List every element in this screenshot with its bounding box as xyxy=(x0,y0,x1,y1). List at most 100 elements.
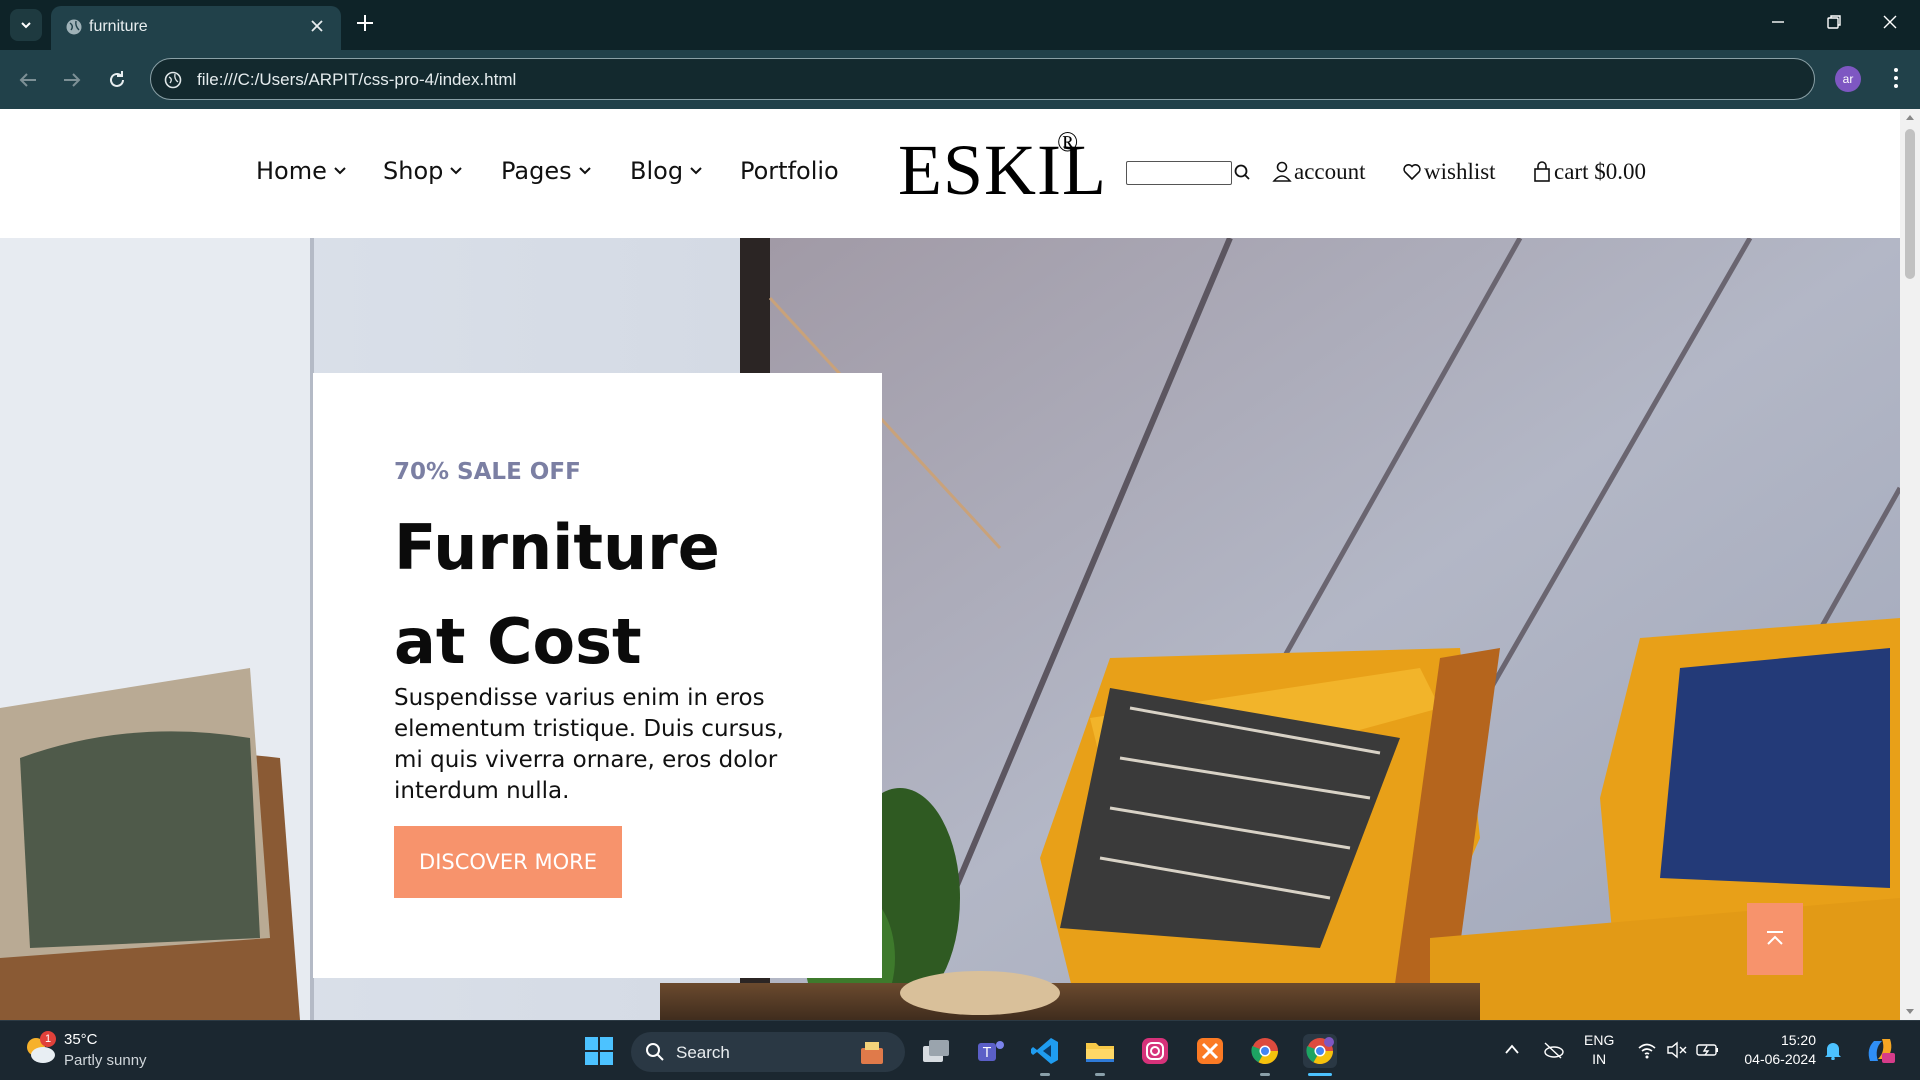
scroll-up-icon[interactable] xyxy=(1905,113,1915,121)
user-icon xyxy=(1272,161,1292,182)
search-icon xyxy=(646,1043,664,1061)
chrome-button[interactable] xyxy=(1248,1034,1282,1068)
site-info-icon[interactable] xyxy=(163,70,183,90)
xampp-button[interactable] xyxy=(1193,1034,1227,1068)
nav-blog[interactable]: Blog xyxy=(630,157,703,185)
chevron-down-icon xyxy=(450,167,463,175)
more-menu-icon[interactable] xyxy=(1884,65,1908,91)
hero-background-image xyxy=(0,238,1900,1020)
system-clock[interactable]: 15:20 04-06-2024 xyxy=(1736,1031,1816,1069)
shopping-bag-icon xyxy=(1534,161,1550,182)
account-link[interactable]: account xyxy=(1272,159,1366,185)
page-viewport: Home Shop Pages Blog Portfolio ESKIL ® a… xyxy=(0,109,1920,1020)
start-button[interactable] xyxy=(582,1034,616,1068)
sale-eyebrow: 70% SALE OFF xyxy=(394,459,581,485)
nav-shop-label: Shop xyxy=(383,157,444,185)
globe-icon xyxy=(66,19,82,35)
page-scrollbar[interactable] xyxy=(1900,109,1920,1020)
teams-button[interactable]: T xyxy=(974,1034,1008,1068)
profile-avatar[interactable]: ar xyxy=(1835,66,1861,92)
volume-muted-icon[interactable] xyxy=(1666,1041,1688,1059)
chrome-icon xyxy=(1251,1038,1279,1065)
region-code: IN xyxy=(1592,1051,1607,1067)
vscode-button[interactable] xyxy=(1028,1034,1062,1068)
back-arrow-icon[interactable] xyxy=(16,68,40,92)
nav-pages[interactable]: Pages xyxy=(501,157,592,185)
new-tab-icon[interactable] xyxy=(354,12,376,34)
wishlist-label: wishlist xyxy=(1424,159,1496,184)
language-code: ENG xyxy=(1584,1032,1615,1048)
taskbar-search[interactable]: Search xyxy=(631,1032,905,1072)
nav-portfolio-label: Portfolio xyxy=(740,157,839,185)
cart-link[interactable]: cart $0.00 xyxy=(1532,159,1646,185)
browser-tab-active[interactable]: furniture xyxy=(51,6,341,50)
chevron-down-icon xyxy=(578,167,591,175)
chrome-profile-button[interactable] xyxy=(1303,1034,1337,1068)
url-text[interactable]: file:///C:/Users/ARPIT/css-pro-4/index.h… xyxy=(197,70,516,90)
file-explorer-button[interactable] xyxy=(1083,1034,1117,1068)
browser-toolbar: file:///C:/Users/ARPIT/css-pro-4/index.h… xyxy=(0,50,1920,109)
tab-search-button[interactable] xyxy=(10,9,42,41)
cart-label: cart $0.00 xyxy=(1554,159,1646,184)
reload-icon[interactable] xyxy=(105,68,129,92)
hero-headline: Furniture at Cost xyxy=(394,501,864,689)
close-tab-icon[interactable] xyxy=(307,16,327,36)
tab-title: furniture xyxy=(89,18,148,35)
weather-notification-badge: 1 xyxy=(40,1031,56,1047)
site-header: Home Shop Pages Blog Portfolio ESKIL ® a… xyxy=(0,109,1900,238)
browser-tab-strip: furniture xyxy=(0,0,1920,50)
battery-charging-icon[interactable] xyxy=(1696,1041,1720,1059)
active-app-indicator xyxy=(1308,1073,1332,1076)
scroll-down-icon[interactable] xyxy=(1905,1008,1915,1016)
task-view-button[interactable] xyxy=(919,1034,953,1068)
registered-mark: ® xyxy=(1057,127,1079,158)
nav-portfolio[interactable]: Portfolio xyxy=(740,157,839,185)
vscode-icon xyxy=(1031,1038,1058,1064)
hero-description: Suspendisse varius enim in eros elementu… xyxy=(394,685,784,804)
notification-bell-icon[interactable] xyxy=(1824,1040,1842,1060)
language-indicator[interactable]: ENG IN xyxy=(1584,1031,1614,1069)
search-input[interactable] xyxy=(1126,161,1232,185)
chevron-down-icon xyxy=(334,167,346,175)
onedrive-offline-icon[interactable] xyxy=(1542,1041,1564,1059)
windows-taskbar: 1 35°C Partly sunny Search T ENG IN 15:2… xyxy=(0,1020,1920,1080)
restore-icon[interactable] xyxy=(1824,12,1844,32)
wishlist-link[interactable]: wishlist xyxy=(1402,159,1496,185)
nav-shop[interactable]: Shop xyxy=(383,157,463,185)
weather-condition[interactable]: Partly sunny xyxy=(64,1052,147,1069)
back-to-top-button[interactable] xyxy=(1747,903,1803,975)
chevron-up-icon[interactable] xyxy=(1504,1043,1520,1055)
nav-home[interactable]: Home xyxy=(256,157,347,185)
promo-card: 70% SALE OFF Furniture at Cost Suspendis… xyxy=(313,373,882,978)
task-view-icon xyxy=(923,1040,949,1062)
copilot-icon[interactable] xyxy=(1864,1035,1896,1065)
nav-home-label: Home xyxy=(256,157,327,185)
taskbar-search-label: Search xyxy=(676,1043,730,1062)
xampp-icon xyxy=(1197,1038,1223,1064)
address-bar[interactable]: file:///C:/Users/ARPIT/css-pro-4/index.h… xyxy=(150,58,1815,100)
nav-blog-label: Blog xyxy=(630,157,684,185)
heart-icon xyxy=(1403,164,1421,181)
wifi-icon[interactable] xyxy=(1637,1041,1657,1059)
search-icon[interactable] xyxy=(1233,163,1251,181)
close-window-icon[interactable] xyxy=(1880,12,1900,32)
headline-line-1: Furniture xyxy=(394,511,720,584)
clock-time: 15:20 xyxy=(1780,1032,1816,1048)
running-indicator xyxy=(1260,1073,1270,1076)
windows-logo-icon xyxy=(585,1037,613,1065)
weather-temperature[interactable]: 35°C xyxy=(64,1031,98,1048)
minimize-icon[interactable] xyxy=(1768,12,1788,32)
running-indicator xyxy=(1040,1073,1050,1076)
scrollbar-thumb[interactable] xyxy=(1905,129,1915,279)
hero-section: 70% SALE OFF Furniture at Cost Suspendis… xyxy=(0,238,1900,1020)
instagram-icon xyxy=(1142,1038,1168,1064)
svg-text:T: T xyxy=(982,1046,991,1061)
file-explorer-icon xyxy=(1086,1043,1114,1062)
discover-more-button[interactable]: DISCOVER MORE xyxy=(394,826,622,898)
chrome-profile-icon xyxy=(1306,1037,1334,1065)
clock-date: 04-06-2024 xyxy=(1744,1051,1816,1067)
forward-arrow-icon[interactable] xyxy=(60,68,84,92)
nav-pages-label: Pages xyxy=(501,157,572,185)
instagram-button[interactable] xyxy=(1138,1034,1172,1068)
teams-icon: T xyxy=(978,1041,1004,1061)
